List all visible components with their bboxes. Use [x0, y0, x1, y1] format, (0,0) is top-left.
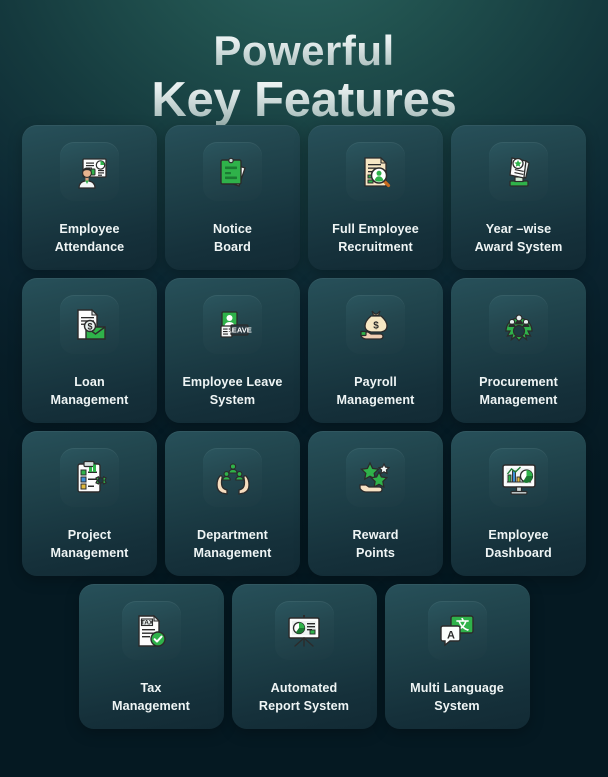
- feature-card-multi-language-system[interactable]: 文 A Multi Language System: [384, 584, 530, 729]
- feature-card-label: Reward Points: [352, 528, 399, 560]
- feature-card-full-employee-recruitment[interactable]: Full Employee Recruitment: [308, 125, 443, 270]
- svg-text:TAX: TAX: [141, 619, 154, 626]
- feature-card-reward-points[interactable]: Reward Points: [308, 431, 443, 576]
- feature-card-procurement-management[interactable]: Procurement Management: [451, 278, 586, 423]
- feature-card-employee-leave-system[interactable]: LEAVE Employee Leave System: [165, 278, 300, 423]
- feature-card-label: Project Management: [50, 528, 129, 560]
- feature-card-label: Employee Attendance: [54, 222, 125, 254]
- feature-card-label: Department Management: [193, 528, 272, 560]
- leave-badge-icon: LEAVE: [203, 295, 262, 354]
- feature-row: Employee Attendance Notice Board Full Em…: [22, 125, 586, 270]
- money-bag-hand-icon: $: [346, 295, 405, 354]
- svg-text:LEAVE: LEAVE: [227, 325, 252, 334]
- feature-row: Project Management Department Management…: [22, 431, 586, 576]
- feature-row: $ Loan Management LEAVE Employee Leave S…: [22, 278, 586, 423]
- feature-card-payroll-management[interactable]: $ Payroll Management: [308, 278, 443, 423]
- notice-board-icon: [203, 142, 262, 201]
- award-certificate-icon: [489, 142, 548, 201]
- feature-card-label: Full Employee Recruitment: [332, 222, 419, 254]
- loan-document-icon: $: [60, 295, 119, 354]
- feature-card-label: Procurement Management: [479, 375, 558, 407]
- reward-stars-hand-icon: [346, 448, 405, 507]
- svg-text:$: $: [373, 320, 379, 331]
- recruitment-icon: [346, 142, 405, 201]
- report-presentation-icon: [274, 601, 334, 660]
- feature-card-automated-report-system[interactable]: Automated Report System: [231, 584, 377, 729]
- features-page: Powerful Key Features Employee Attendanc…: [0, 0, 608, 777]
- feature-card-year-wise-award-system[interactable]: Year –wise Award System: [451, 125, 586, 270]
- tax-check-icon: TAX: [121, 601, 181, 660]
- feature-card-notice-board[interactable]: Notice Board: [165, 125, 300, 270]
- feature-card-label: Employee Dashboard: [485, 528, 552, 560]
- features-grid: Employee Attendance Notice Board Full Em…: [0, 125, 608, 729]
- feature-card-label: Multi Language System: [410, 681, 504, 713]
- feature-card-project-management[interactable]: Project Management: [22, 431, 157, 576]
- feature-card-label: Notice Board: [212, 222, 253, 254]
- dashboard-monitor-icon: [489, 448, 548, 507]
- heading-line-1: Powerful: [0, 30, 608, 74]
- feature-card-employee-dashboard[interactable]: Employee Dashboard: [451, 431, 586, 576]
- page-heading: Powerful Key Features: [0, 0, 608, 125]
- procurement-gear-icon: [489, 295, 548, 354]
- feature-card-tax-management[interactable]: TAX Tax Management: [78, 584, 224, 729]
- feature-card-loan-management[interactable]: $ Loan Management: [22, 278, 157, 423]
- feature-card-label: Employee Leave System: [182, 375, 283, 407]
- feature-card-label: Loan Management: [50, 375, 129, 407]
- feature-card-employee-attendance[interactable]: Employee Attendance: [22, 125, 157, 270]
- feature-card-label: Year –wise Award System: [474, 222, 563, 254]
- employee-attendance-icon: [60, 142, 119, 201]
- feature-card-department-management[interactable]: Department Management: [165, 431, 300, 576]
- translate-chat-icon: 文 A: [427, 601, 487, 660]
- department-hands-people-icon: [203, 448, 262, 507]
- feature-row: TAX Tax Management Automated Report Syst…: [22, 584, 586, 729]
- svg-text:A: A: [447, 629, 455, 641]
- page-title: Key Features: [0, 76, 608, 125]
- feature-card-label: Tax Management: [112, 681, 190, 713]
- svg-text:$: $: [87, 321, 92, 331]
- feature-card-label: Payroll Management: [336, 375, 415, 407]
- feature-card-label: Automated Report System: [258, 681, 350, 713]
- project-clipboard-gear-icon: [60, 448, 119, 507]
